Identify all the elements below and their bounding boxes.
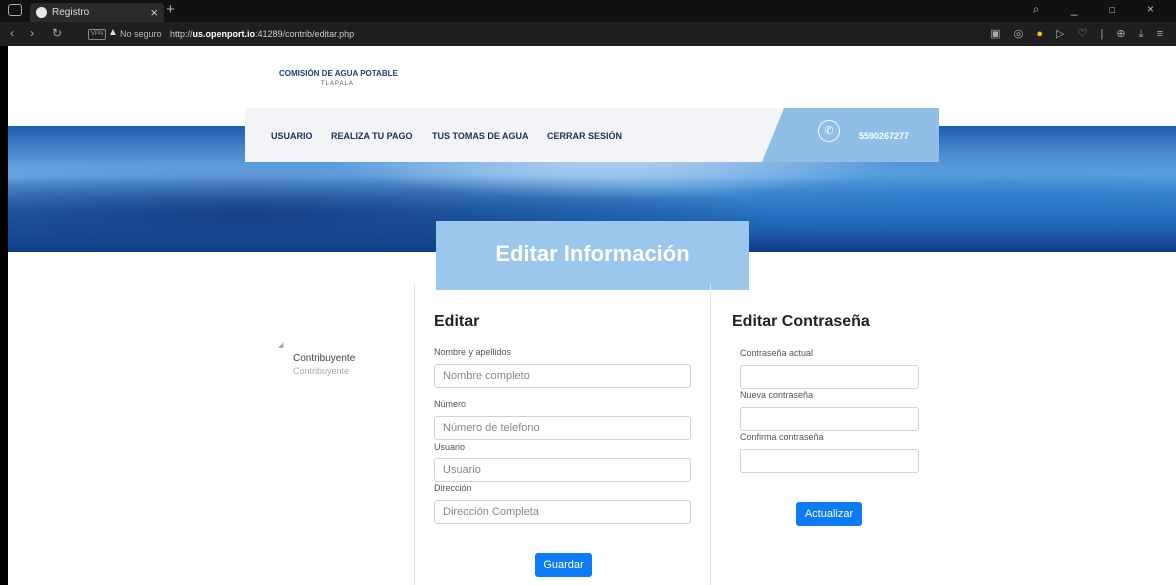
address-label: Dirección bbox=[434, 483, 472, 493]
url-text[interactable]: http://us.openport.io:41289/contrib/edit… bbox=[170, 29, 354, 39]
vpn-icon[interactable]: VPN bbox=[88, 29, 106, 40]
save-button[interactable]: Guardar bbox=[535, 553, 592, 577]
name-label: Nombre y apellidos bbox=[434, 347, 512, 357]
logo-subtitle: TLAPALA bbox=[321, 81, 354, 87]
confirm-password-input[interactable] bbox=[740, 449, 919, 473]
shield-icon[interactable]: ● bbox=[1036, 28, 1048, 40]
nav-realiza-pago[interactable]: REALIZA TU PAGO bbox=[331, 131, 413, 141]
new-tab-icon[interactable]: + bbox=[166, 1, 175, 18]
phone-input[interactable] bbox=[434, 416, 691, 440]
globe-icon bbox=[36, 7, 47, 18]
new-password-label: Nueva contraseña bbox=[740, 390, 814, 400]
security-label[interactable]: No seguro bbox=[120, 29, 162, 39]
nav-cerrar-sesion[interactable]: CERRAR SESIÓN bbox=[547, 131, 622, 141]
profile-role: Contribuyente bbox=[293, 366, 350, 376]
phone-number: 5590267277 bbox=[859, 131, 910, 141]
avatar: ◢ bbox=[278, 342, 284, 349]
edit-heading: Editar bbox=[434, 313, 480, 330]
close-tab-icon[interactable]: × bbox=[150, 5, 158, 20]
new-password-input[interactable] bbox=[740, 407, 919, 431]
address-bar: ‹ › ↻ VPN ▲ No seguro http://us.openport… bbox=[0, 22, 1176, 46]
number-label: Número bbox=[434, 399, 467, 409]
current-password-label: Contraseña actual bbox=[740, 348, 814, 358]
tab-title: Registro bbox=[52, 7, 90, 18]
window-controls[interactable]: ⌕ _ ◻ × bbox=[1033, 2, 1168, 17]
current-password-input[interactable] bbox=[740, 365, 919, 389]
user-input[interactable] bbox=[434, 458, 691, 482]
logo-title[interactable]: COMISIÓN DE AGUA POTABLE bbox=[279, 69, 398, 78]
update-button[interactable]: Actualizar bbox=[796, 502, 862, 526]
page-viewport: COMISIÓN DE AGUA POTABLE TLAPALA USUARIO… bbox=[8, 46, 1176, 585]
confirm-password-label: Confirma contraseña bbox=[740, 432, 824, 442]
address-input[interactable] bbox=[434, 500, 691, 524]
browser-tab-bar: Registro × + ⌕ _ ◻ × bbox=[0, 0, 1176, 22]
user-label: Usuario bbox=[434, 442, 466, 452]
browser-tab[interactable]: Registro × bbox=[30, 3, 164, 22]
forward-icon[interactable]: › bbox=[30, 26, 34, 40]
name-input[interactable] bbox=[434, 364, 691, 388]
phone-icon: ✆ bbox=[818, 120, 840, 142]
back-icon[interactable]: ‹ bbox=[10, 26, 14, 40]
column-divider bbox=[710, 284, 711, 585]
password-heading: Editar Contraseña bbox=[732, 313, 870, 330]
reload-icon[interactable]: ↻ bbox=[52, 26, 62, 40]
phone-panel bbox=[762, 108, 939, 162]
toolbar-icons[interactable]: ▣ ◎ ● ▷ ♡ | ⊕ ⤓ ≡ bbox=[990, 27, 1168, 41]
nav-tomas-agua[interactable]: TUS TOMAS DE AGUA bbox=[432, 131, 529, 141]
page-title: Editar Información bbox=[495, 241, 690, 266]
workspaces-icon[interactable] bbox=[8, 4, 22, 16]
column-divider bbox=[414, 284, 415, 585]
warning-icon: ▲ bbox=[108, 27, 118, 38]
profile-name: Contribuyente bbox=[293, 353, 356, 364]
nav-usuario[interactable]: USUARIO bbox=[271, 131, 313, 141]
